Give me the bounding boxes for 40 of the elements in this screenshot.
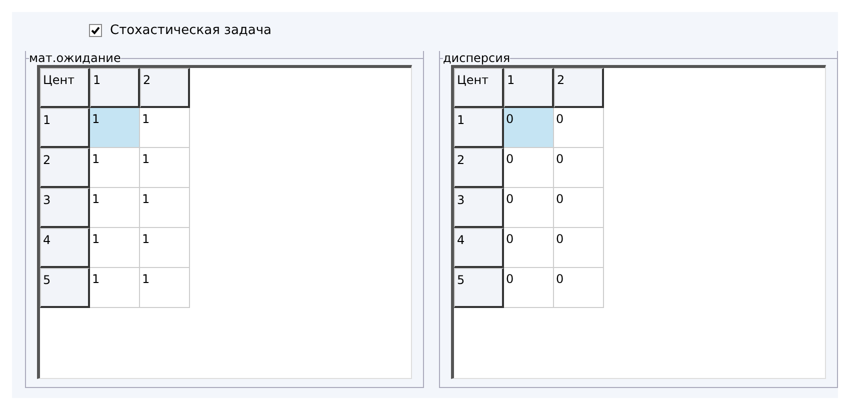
- row-header[interactable]: 3: [454, 188, 504, 228]
- table-cell[interactable]: 0: [554, 148, 604, 188]
- table-cell[interactable]: 1: [90, 228, 140, 268]
- column-header[interactable]: 2: [554, 68, 604, 108]
- row-header[interactable]: 4: [454, 228, 504, 268]
- group-title: мат.ожидание: [29, 51, 121, 65]
- table-cell[interactable]: 0: [504, 188, 554, 228]
- row-header[interactable]: 2: [40, 148, 90, 188]
- column-header[interactable]: 1: [90, 68, 140, 108]
- table-cell[interactable]: 1: [90, 108, 140, 148]
- table-cell[interactable]: 1: [90, 148, 140, 188]
- group-title: дисперсия: [443, 51, 510, 65]
- table-cell[interactable]: 0: [504, 108, 554, 148]
- table-cell[interactable]: 1: [90, 268, 140, 308]
- row-header[interactable]: 2: [454, 148, 504, 188]
- checkbox[interactable]: [89, 24, 102, 36]
- table-cell[interactable]: 1: [140, 188, 190, 228]
- table-cell[interactable]: 1: [140, 148, 190, 188]
- table-cell[interactable]: 0: [554, 228, 604, 268]
- column-header[interactable]: 1: [504, 68, 554, 108]
- table-cell[interactable]: 0: [504, 148, 554, 188]
- table-cell[interactable]: 0: [554, 108, 604, 148]
- table-cell[interactable]: 1: [140, 268, 190, 308]
- corner-header: Цент: [40, 68, 90, 108]
- table-cell[interactable]: 0: [504, 268, 554, 308]
- table-cell[interactable]: 1: [90, 188, 140, 228]
- row-header[interactable]: 4: [40, 228, 90, 268]
- table-cell[interactable]: 0: [554, 188, 604, 228]
- column-header[interactable]: 2: [140, 68, 190, 108]
- row-header[interactable]: 1: [40, 108, 90, 148]
- table-cell[interactable]: 1: [140, 228, 190, 268]
- checkbox-label[interactable]: Стохастическая задача: [110, 22, 272, 38]
- table-cell[interactable]: 0: [554, 268, 604, 308]
- row-header[interactable]: 1: [454, 108, 504, 148]
- row-header[interactable]: 5: [40, 268, 90, 308]
- row-header[interactable]: 3: [40, 188, 90, 228]
- table-cell[interactable]: 0: [504, 228, 554, 268]
- table-cell[interactable]: 1: [140, 108, 190, 148]
- corner-header: Цент: [454, 68, 504, 108]
- row-header[interactable]: 5: [454, 268, 504, 308]
